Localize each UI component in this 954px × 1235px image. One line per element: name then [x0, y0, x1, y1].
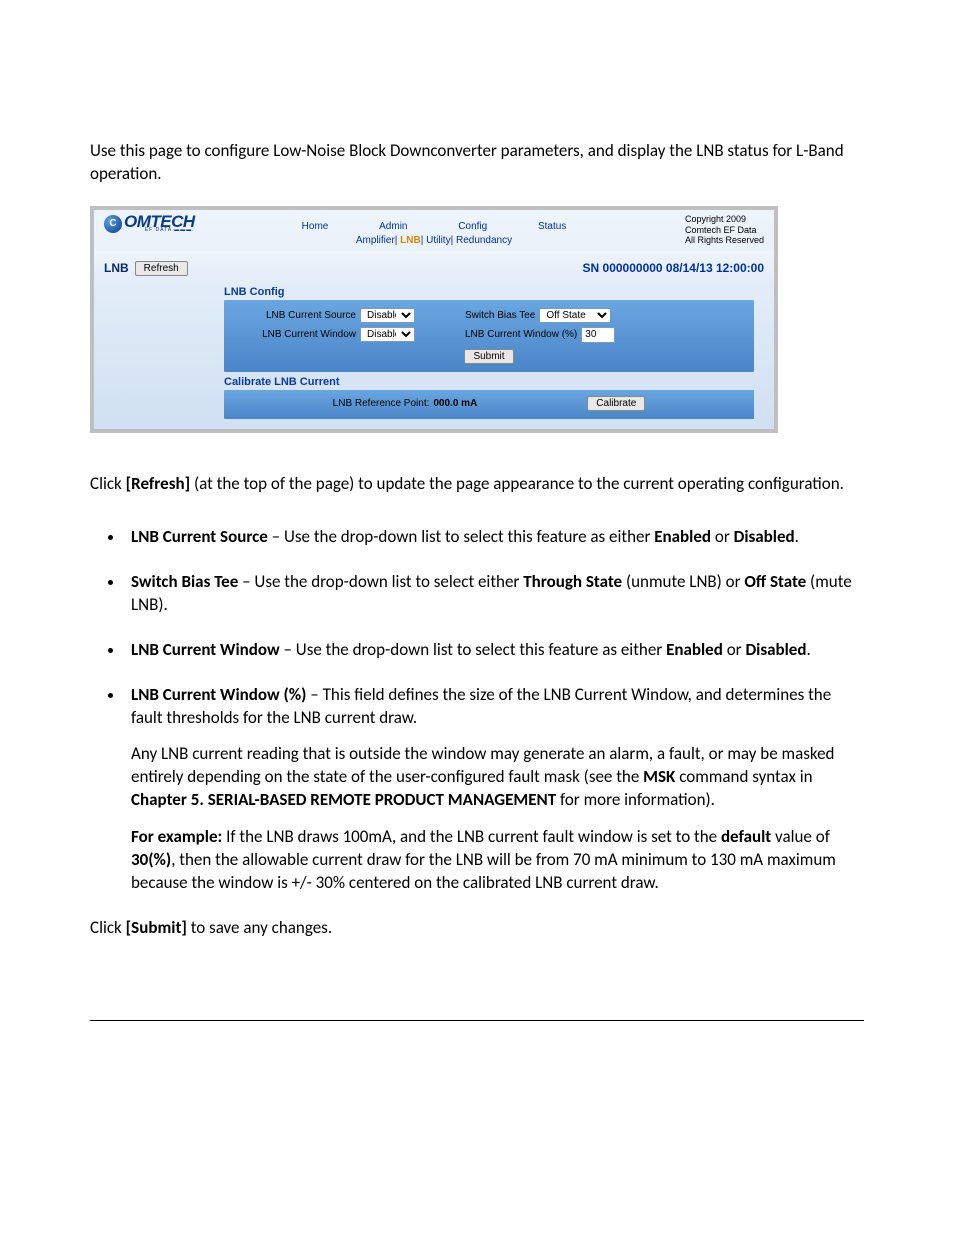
- subnav-amplifier[interactable]: Amplifier: [356, 235, 395, 246]
- subnav-redundancy[interactable]: Redundancy: [456, 235, 512, 246]
- submit-button[interactable]: Submit: [464, 349, 513, 364]
- refresh-paragraph: Click [Refresh] (at the top of the page)…: [90, 473, 864, 496]
- subnav-utility[interactable]: Utility: [426, 235, 450, 246]
- switch-bias-tee-label: Switch Bias Tee: [465, 310, 535, 321]
- subnav-lnb[interactable]: LNB: [400, 235, 421, 246]
- lnb-reference-point-label: LNB Reference Point:: [333, 398, 430, 409]
- calibrate-heading: Calibrate LNB Current: [224, 372, 774, 390]
- lnb-config-panel: LNB Current Source Disable Switch Bias T…: [224, 300, 754, 372]
- submit-paragraph: Click [Submit] to save any changes.: [90, 917, 864, 940]
- footer-divider: [90, 1020, 864, 1021]
- lnb-current-window-select[interactable]: Disable: [360, 327, 415, 342]
- lnb-config-heading: LNB Config: [224, 282, 774, 300]
- list-item: LNB Current Window – Use the drop-down l…: [125, 639, 864, 662]
- list-item: Switch Bias Tee – Use the drop-down list…: [125, 571, 864, 617]
- sub-nav: Amplifier| LNB| Utility| Redundancy: [104, 235, 764, 249]
- lnb-current-window-pct-input[interactable]: [581, 327, 615, 343]
- serial-number: SN 000000000 08/14/13 12:00:00: [583, 261, 764, 275]
- globe-icon: C: [104, 215, 122, 233]
- lnb-reference-point-value: 000.0 mA: [433, 398, 477, 409]
- list-item: LNB Current Source – Use the drop-down l…: [125, 526, 864, 549]
- list-item: LNB Current Window (%) – This field defi…: [125, 684, 864, 896]
- lnb-current-window-label: LNB Current Window: [236, 329, 356, 340]
- switch-bias-tee-select[interactable]: Off State: [539, 308, 611, 323]
- calibrate-panel: LNB Reference Point: 000.0 mA Calibrate: [224, 390, 754, 419]
- feature-list: LNB Current Source – Use the drop-down l…: [90, 526, 864, 895]
- nav-status[interactable]: Status: [514, 218, 590, 235]
- page-title: LNB: [104, 261, 129, 275]
- refresh-button[interactable]: Refresh: [135, 261, 188, 276]
- nav-admin[interactable]: Admin: [355, 218, 431, 235]
- lnb-current-source-label: LNB Current Source: [236, 310, 356, 321]
- screenshot-container: C OMTECH EF DATA ▬▬▬. Home Admin Config …: [90, 206, 778, 433]
- nav-home[interactable]: Home: [278, 218, 353, 235]
- lnb-current-window-pct-label: LNB Current Window (%): [465, 329, 577, 340]
- logo: C OMTECH EF DATA ▬▬▬.: [104, 214, 195, 233]
- intro-paragraph: Use this page to configure Low-Noise Blo…: [90, 140, 864, 186]
- copyright-block: Copyright 2009 Comtech EF Data All Right…: [685, 214, 764, 246]
- lnb-current-source-select[interactable]: Disable: [360, 308, 415, 323]
- calibrate-button[interactable]: Calibrate: [587, 396, 645, 411]
- nav-config[interactable]: Config: [434, 218, 511, 235]
